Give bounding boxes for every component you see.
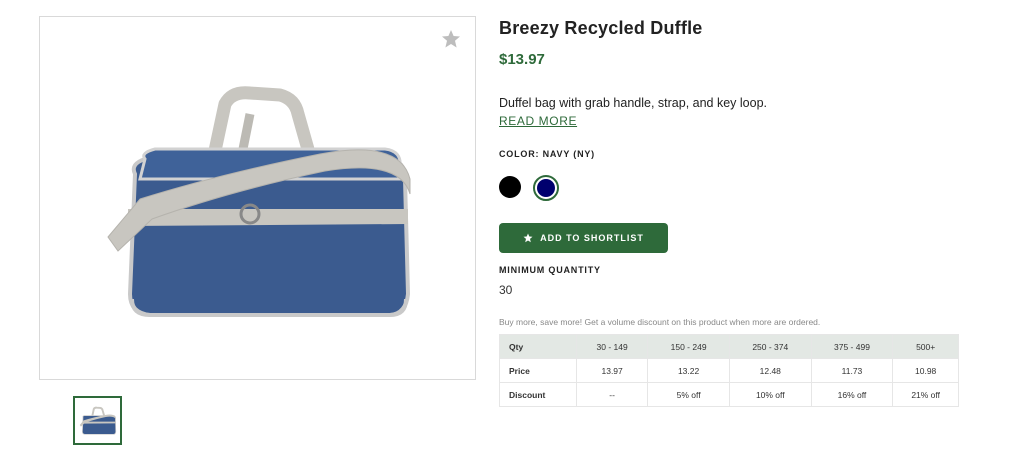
pricing-table: Qty 30 - 149 150 - 249 250 - 374 375 - 4…: [499, 334, 959, 407]
table-cell: 12.48: [728, 358, 812, 383]
volume-discount-note: Buy more, save more! Get a volume discou…: [499, 317, 821, 327]
product-image-frame: [39, 16, 476, 380]
favorite-star-icon[interactable]: [441, 29, 461, 49]
table-cell: 11.73: [810, 358, 894, 383]
star-icon: [523, 233, 533, 243]
table-cell: --: [575, 382, 649, 407]
pricing-header-row: Qty 30 - 149 150 - 249 250 - 374 375 - 4…: [499, 334, 959, 359]
color-swatch-black[interactable]: [499, 176, 521, 198]
add-to-shortlist-button[interactable]: ADD TO SHORTLIST: [499, 223, 668, 253]
thumbnail-image: [79, 406, 116, 435]
shortlist-label: ADD TO SHORTLIST: [540, 233, 644, 243]
table-cell: 13.97: [575, 358, 649, 383]
color-swatch-navy[interactable]: [533, 175, 559, 201]
product-price: $13.97: [499, 51, 545, 68]
product-image: [107, 86, 411, 317]
product-thumbnail[interactable]: [73, 396, 122, 445]
table-cell: 16% off: [810, 382, 894, 407]
table-cell: 13.22: [647, 358, 730, 383]
table-cell: Discount: [499, 382, 577, 407]
table-header-cell: 250 - 374: [728, 334, 812, 359]
minimum-quantity-label: MINIMUM QUANTITY: [499, 265, 601, 275]
product-title: Breezy Recycled Duffle: [499, 18, 703, 38]
read-more-link[interactable]: READ MORE: [499, 114, 577, 128]
table-cell: 21% off: [892, 382, 959, 407]
table-cell: 5% off: [647, 382, 730, 407]
product-description: Duffel bag with grab handle, strap, and …: [499, 96, 767, 110]
table-header-cell: 375 - 499: [810, 334, 894, 359]
table-row-price: Price 13.97 13.22 12.48 11.73 10.98: [499, 358, 959, 383]
table-cell: 10.98: [892, 358, 959, 383]
color-label: COLOR: NAVY (NY): [499, 149, 595, 159]
table-header-cell: 150 - 249: [647, 334, 730, 359]
table-row-discount: Discount -- 5% off 10% off 16% off 21% o…: [499, 382, 959, 407]
minimum-quantity-value: 30: [499, 283, 513, 297]
table-cell: Price: [499, 358, 577, 383]
table-header-cell: Qty: [499, 334, 577, 359]
table-header-cell: 500+: [892, 334, 959, 359]
table-cell: 10% off: [728, 382, 812, 407]
color-swatch-navy-fill: [537, 179, 555, 197]
table-header-cell: 30 - 149: [575, 334, 649, 359]
